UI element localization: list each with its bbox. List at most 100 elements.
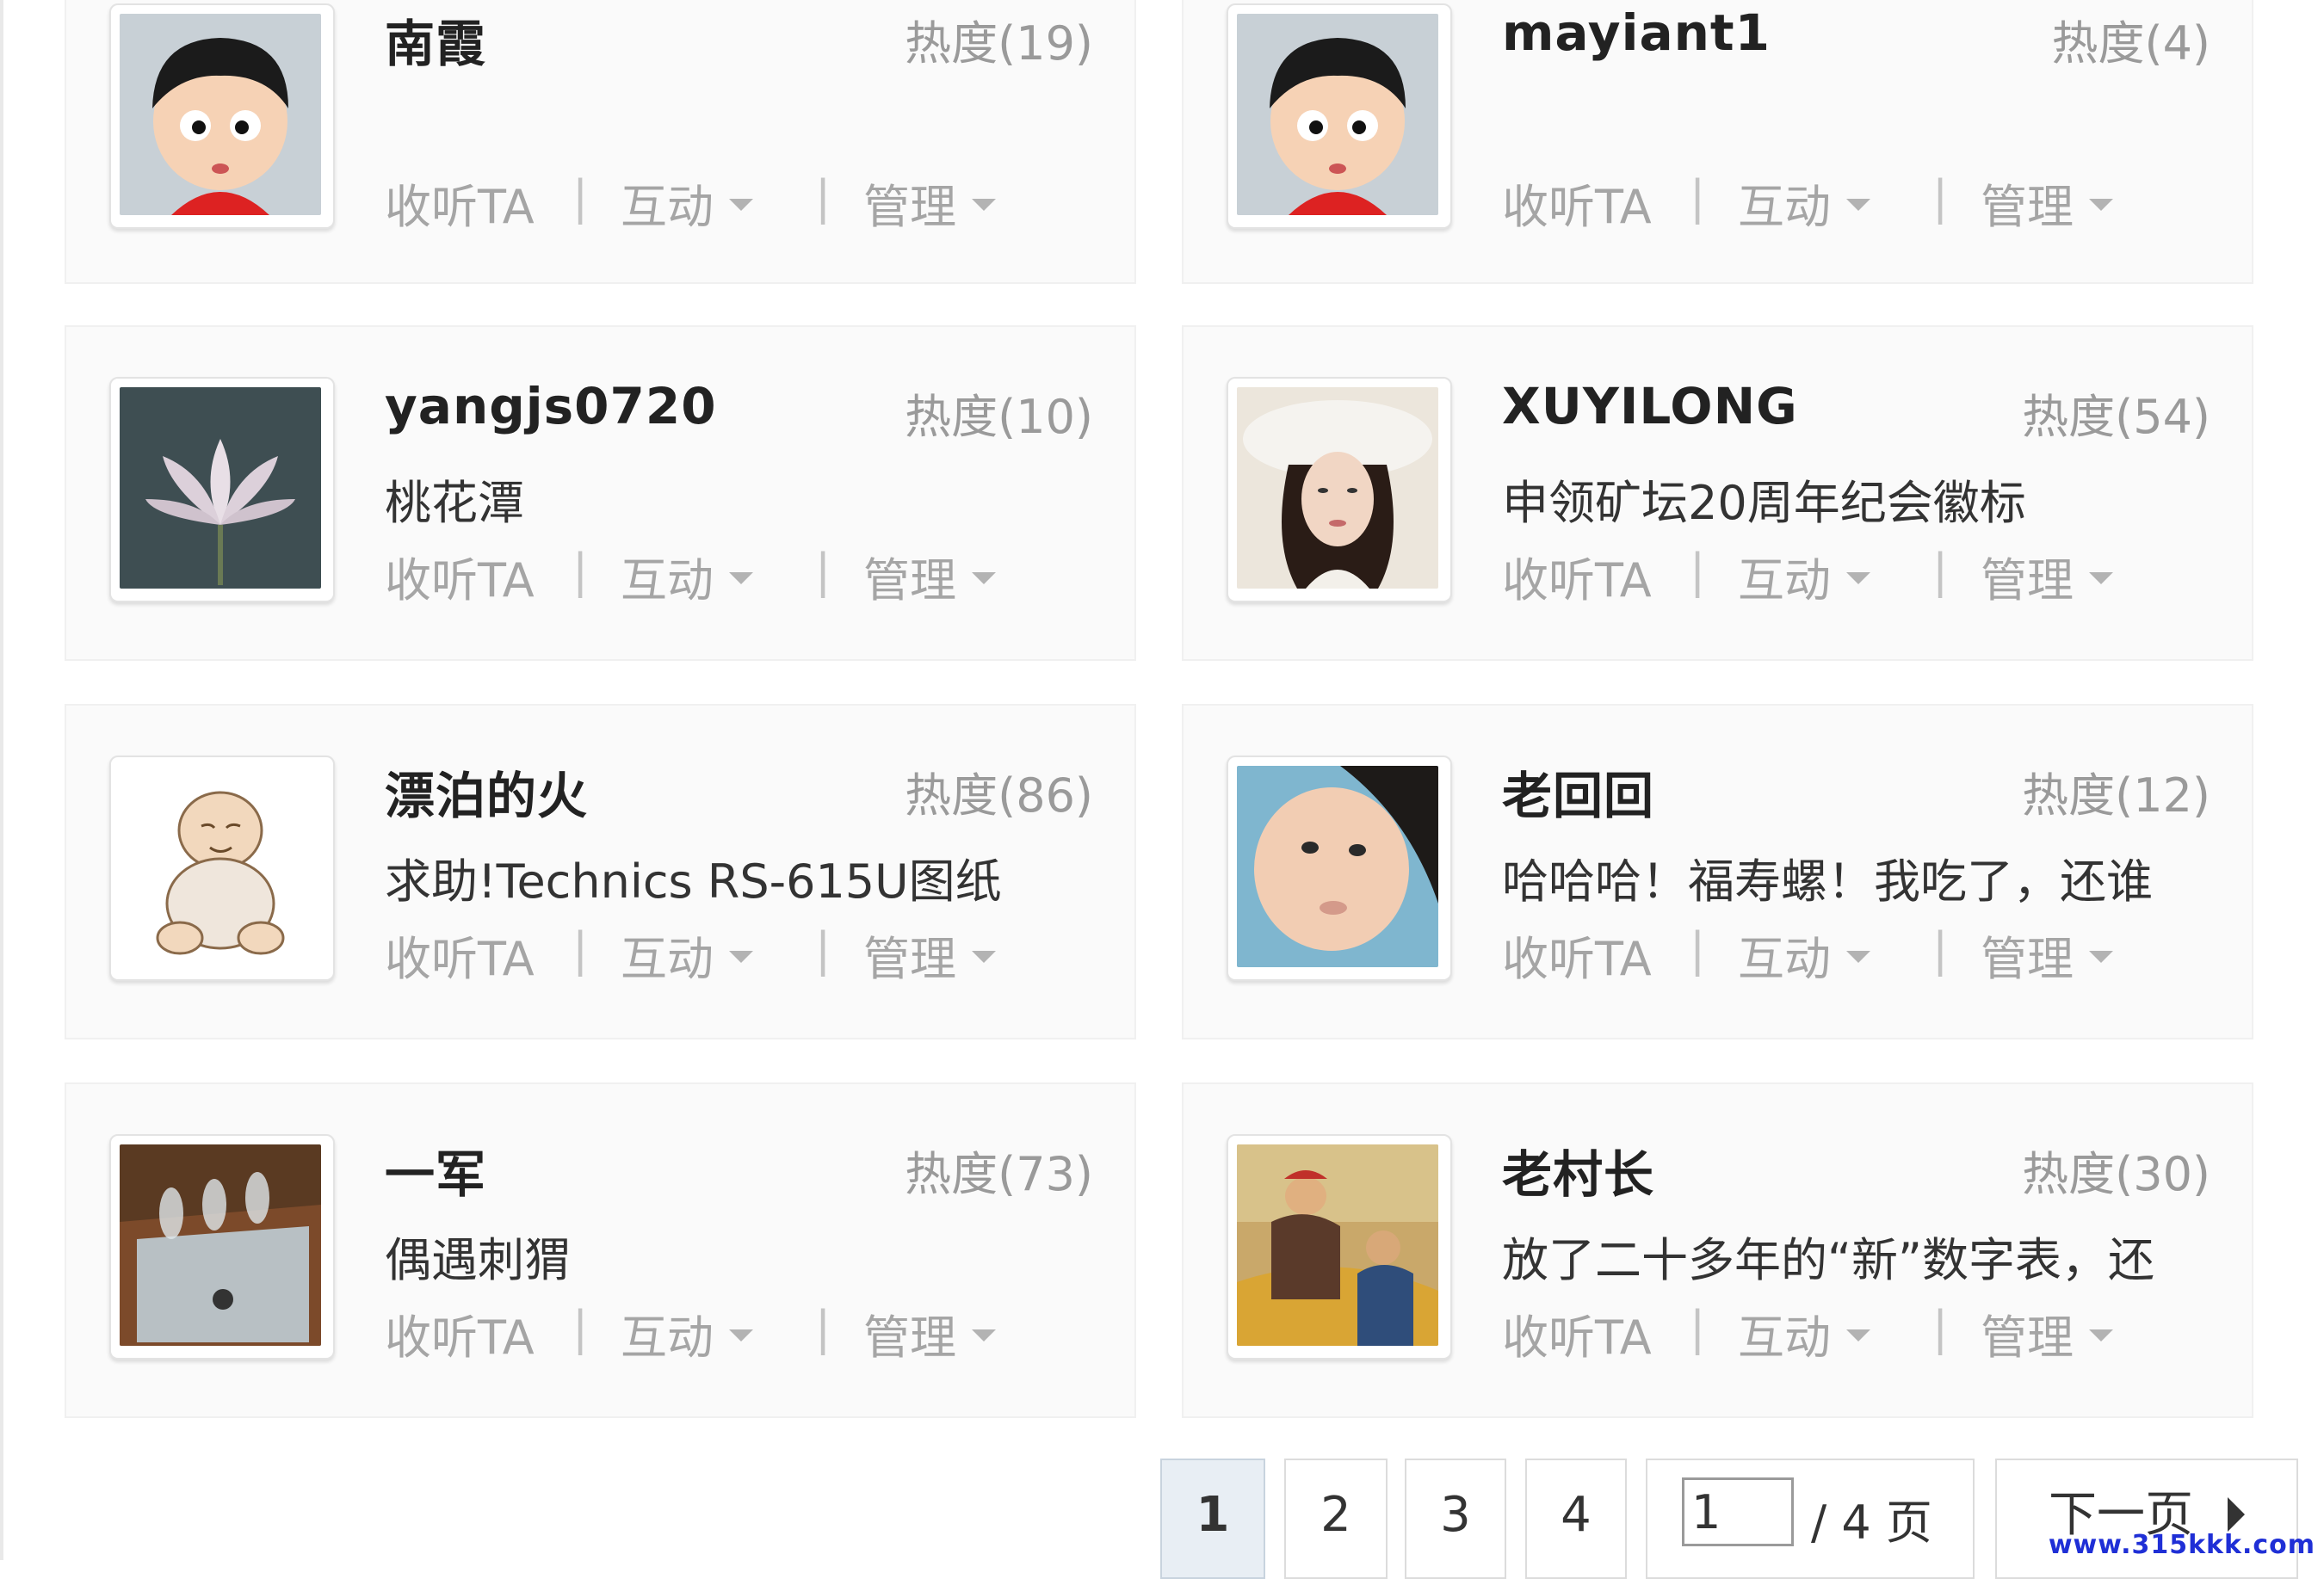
manage-dropdown[interactable]: 管理 xyxy=(863,1299,996,1367)
separator: | xyxy=(572,922,589,977)
heat-count: 热度(30) xyxy=(2022,1147,2210,1201)
heat-count: 热度(86) xyxy=(905,768,1093,823)
manage-label: 管理 xyxy=(1981,1311,2074,1365)
listen-button[interactable]: 收听TA xyxy=(385,921,535,989)
manage-dropdown[interactable]: 管理 xyxy=(1981,542,2113,610)
user-card: 一军 热度(73) 偶遇刺猬 收听TA | 互动 | 管理 xyxy=(65,1082,1136,1418)
heat-count: 热度(19) xyxy=(905,16,1093,71)
interact-dropdown[interactable]: 互动 xyxy=(621,1299,753,1367)
user-name[interactable]: mayiant1 xyxy=(1502,3,1771,62)
interact-dropdown[interactable]: 互动 xyxy=(1738,169,1870,237)
caret-down-icon xyxy=(2089,199,2113,212)
caret-down-icon xyxy=(2089,951,2113,964)
user-name[interactable]: XUYILONG xyxy=(1502,377,1798,435)
user-name[interactable]: 老回回 xyxy=(1502,756,1654,828)
listen-button[interactable]: 收听TA xyxy=(1502,921,1652,989)
interact-dropdown[interactable]: 互动 xyxy=(1738,921,1870,989)
listen-button[interactable]: 收听TA xyxy=(1502,542,1652,610)
latest-post[interactable]: 求助!Technics RS-615U图纸 xyxy=(385,843,1002,911)
separator: | xyxy=(1690,170,1706,225)
listen-button[interactable]: 收听TA xyxy=(1502,1299,1652,1367)
manage-dropdown[interactable]: 管理 xyxy=(863,921,996,989)
user-card: mayiant1 热度(4) 收听TA | 互动 | 管理 xyxy=(1182,0,2253,284)
latest-post[interactable]: 放了二十多年的“新”数字表，还 xyxy=(1502,1222,2154,1290)
separator: | xyxy=(1932,922,1949,977)
total-pages-label: / 4 页 xyxy=(1811,1496,1932,1550)
baby-photo-avatar[interactable] xyxy=(1237,766,1438,967)
user-name[interactable]: yangjs0720 xyxy=(385,377,717,435)
avatar-frame[interactable] xyxy=(109,756,335,981)
page-2-button[interactable]: 2 xyxy=(1284,1459,1388,1579)
manage-label: 管理 xyxy=(863,553,956,608)
avatar-frame[interactable] xyxy=(109,3,335,229)
pagination: 1 2 3 4 / 4 页 下一页 xyxy=(0,1459,2324,1579)
manage-dropdown[interactable]: 管理 xyxy=(863,169,996,237)
user-card: 南霞 热度(19) 收听TA | 互动 | 管理 xyxy=(65,0,1136,284)
user-name[interactable]: 老村长 xyxy=(1502,1134,1654,1206)
interact-dropdown[interactable]: 互动 xyxy=(621,169,753,237)
goto-page-input[interactable] xyxy=(1682,1477,1794,1546)
user-name[interactable]: 漂泊的火 xyxy=(385,756,588,828)
separator: | xyxy=(572,170,589,225)
heat-count: 热度(10) xyxy=(905,390,1093,444)
avatar-frame[interactable] xyxy=(1227,756,1452,981)
manage-dropdown[interactable]: 管理 xyxy=(1981,169,2113,237)
latest-post[interactable]: 偶遇刺猬 xyxy=(385,1222,571,1290)
latest-post[interactable]: 申领矿坛20周年纪会徽标 xyxy=(1502,465,2026,533)
listen-button[interactable]: 收听TA xyxy=(385,1299,535,1367)
separator: | xyxy=(572,1301,589,1355)
separator: | xyxy=(815,922,831,977)
lotus-flower-avatar[interactable] xyxy=(120,387,321,589)
painting-avatar[interactable] xyxy=(1237,1144,1438,1346)
user-card: XUYILONG 热度(54) 申领矿坛20周年纪会徽标 收听TA | 互动 |… xyxy=(1182,325,2253,661)
interact-dropdown[interactable]: 互动 xyxy=(1738,1299,1870,1367)
cartoon-boy-avatar[interactable] xyxy=(1237,14,1438,215)
heat-count: 热度(4) xyxy=(2051,16,2211,71)
interact-label: 互动 xyxy=(1738,1311,1831,1365)
user-name[interactable]: 一军 xyxy=(385,1134,486,1206)
separator: | xyxy=(1690,922,1706,977)
page-1-button[interactable]: 1 xyxy=(1160,1459,1265,1579)
manage-label: 管理 xyxy=(1981,553,2074,608)
caret-down-icon xyxy=(972,1329,996,1342)
next-page-button[interactable]: 下一页 xyxy=(1995,1459,2298,1579)
interact-dropdown[interactable]: 互动 xyxy=(621,542,753,610)
user-card: yangjs0720 热度(10) 桃花潭 收听TA | 互动 | 管理 xyxy=(65,325,1136,661)
cartoon-boy-avatar[interactable] xyxy=(120,14,321,215)
separator: | xyxy=(1932,170,1949,225)
woman-in-hat-avatar[interactable] xyxy=(1237,387,1438,589)
user-card: 漂泊的火 热度(86) 求助!Technics RS-615U图纸 收听TA |… xyxy=(65,704,1136,1039)
listen-button[interactable]: 收听TA xyxy=(385,169,535,237)
avatar-frame[interactable] xyxy=(1227,1134,1452,1360)
separator: | xyxy=(1690,544,1706,598)
interact-dropdown[interactable]: 互动 xyxy=(1738,542,1870,610)
latest-post[interactable]: 桃花潭 xyxy=(385,465,524,533)
caret-down-icon xyxy=(972,572,996,585)
listen-button[interactable]: 收听TA xyxy=(1502,169,1652,237)
manage-dropdown[interactable]: 管理 xyxy=(1981,921,2113,989)
tube-amp-avatar[interactable] xyxy=(120,1144,321,1346)
manage-label: 管理 xyxy=(863,180,956,234)
manage-label: 管理 xyxy=(1981,180,2074,234)
user-name[interactable]: 南霞 xyxy=(385,3,486,76)
caret-down-icon xyxy=(729,572,753,585)
latest-post[interactable]: 哈哈哈！福寿螺！我吃了，还谁 xyxy=(1502,843,2153,911)
avatar-frame[interactable] xyxy=(1227,3,1452,229)
caret-down-icon xyxy=(729,951,753,964)
site-watermark: www.315kkk.com xyxy=(2048,1530,2315,1560)
page-3-button[interactable]: 3 xyxy=(1405,1459,1506,1579)
separator: | xyxy=(815,544,831,598)
avatar-frame[interactable] xyxy=(109,1134,335,1360)
avatar-frame[interactable] xyxy=(109,377,335,602)
page-left-border xyxy=(0,0,3,1560)
caret-down-icon xyxy=(972,199,996,212)
manage-dropdown[interactable]: 管理 xyxy=(1981,1299,2113,1367)
manage-label: 管理 xyxy=(863,932,956,986)
listen-button[interactable]: 收听TA xyxy=(385,542,535,610)
caret-down-icon xyxy=(729,1329,753,1342)
sketch-baby-avatar[interactable] xyxy=(120,766,321,967)
interact-dropdown[interactable]: 互动 xyxy=(621,921,753,989)
avatar-frame[interactable] xyxy=(1227,377,1452,602)
page-4-button[interactable]: 4 xyxy=(1525,1459,1627,1579)
manage-dropdown[interactable]: 管理 xyxy=(863,542,996,610)
